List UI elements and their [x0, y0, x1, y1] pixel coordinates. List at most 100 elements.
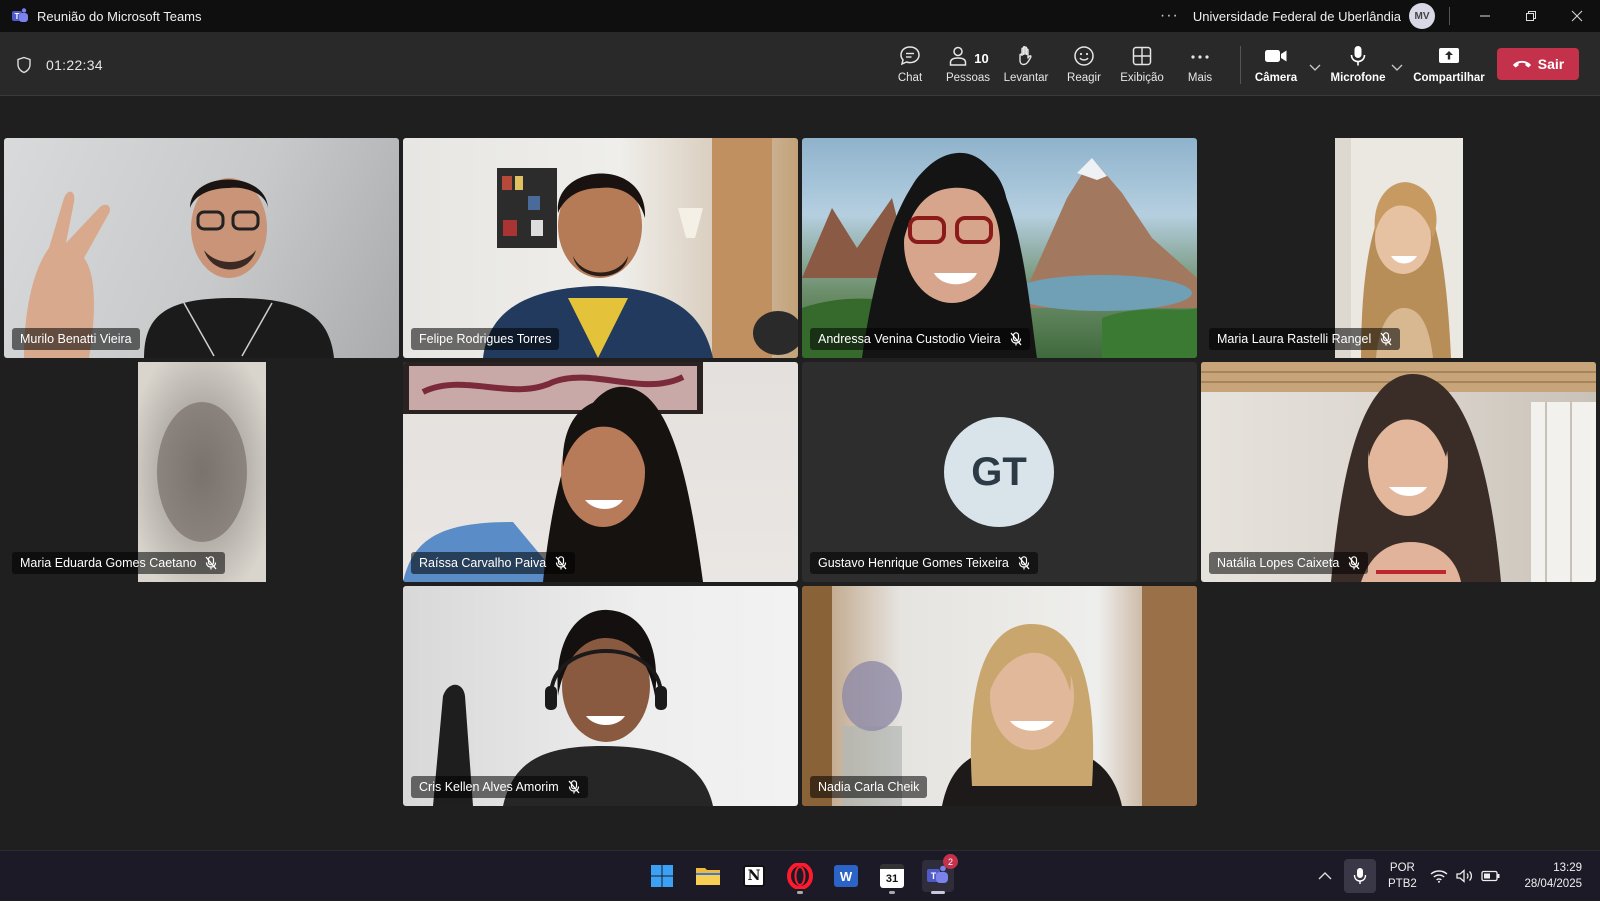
svg-text:T: T	[15, 12, 20, 21]
more-button[interactable]: Mais	[1170, 42, 1230, 84]
leave-button[interactable]: Sair	[1497, 48, 1579, 80]
camera-options-chevron-icon[interactable]	[1309, 60, 1321, 78]
system-clock[interactable]: 13:29 28/04/2025	[1512, 860, 1582, 892]
grid-view-icon	[1130, 42, 1154, 68]
opera-icon[interactable]	[784, 860, 816, 894]
restore-icon	[1526, 11, 1536, 21]
participant-video	[802, 152, 1197, 358]
participant-video	[403, 362, 703, 582]
meeting-toolbar: 01:22:34 Chat 10 Pessoas Levantar Reagir…	[0, 32, 1600, 96]
participant-tile[interactable]: Maria Eduarda Gomes Caetano	[4, 362, 399, 582]
chat-label: Chat	[897, 72, 923, 84]
participant-video	[433, 609, 713, 806]
close-icon	[1571, 10, 1583, 22]
mic-muted-icon	[1380, 332, 1392, 346]
word-icon[interactable]: W	[830, 860, 862, 892]
view-button[interactable]: Exibição	[1112, 42, 1172, 84]
people-count: 10	[974, 51, 989, 66]
input-language-indicator[interactable]: POR PTB2	[1388, 860, 1417, 892]
chat-button[interactable]: Chat	[880, 42, 940, 84]
battery-icon[interactable]	[1481, 851, 1501, 901]
leave-label: Sair	[1537, 56, 1565, 72]
minimize-button[interactable]	[1462, 0, 1508, 32]
user-avatar[interactable]: MV	[1409, 3, 1435, 29]
participant-name: Gustavo Henrique Gomes Teixeira	[818, 556, 1009, 570]
view-label: Exibição	[1120, 72, 1164, 84]
participant-name: Nadia Carla Cheik	[818, 780, 920, 794]
window-title-bar: T Reunião do Microsoft Teams ··· Univers…	[0, 0, 1600, 32]
title-separator	[1449, 7, 1450, 25]
camera-label: Câmera	[1254, 72, 1298, 84]
participant-avatar: GT	[944, 417, 1054, 527]
running-indicator	[889, 891, 895, 894]
clock-time: 13:29	[1553, 862, 1582, 874]
active-indicator	[931, 891, 945, 894]
show-hidden-icons-chevron-icon[interactable]	[1318, 851, 1332, 901]
participant-name: Cris Kellen Alves Amorim	[419, 780, 559, 794]
teams-taskbar-icon[interactable]: T 2	[922, 854, 958, 894]
participant-tile[interactable]: Cris Kellen Alves Amorim	[403, 586, 798, 806]
chat-icon	[898, 42, 922, 68]
participant-name: Andressa Venina Custodio Vieira	[818, 332, 1001, 346]
microphone-label: Microfone	[1330, 72, 1386, 84]
clock-date: 28/04/2025	[1524, 878, 1582, 890]
react-button[interactable]: Reagir	[1054, 42, 1114, 84]
participant-tile[interactable]: GT Gustavo Henrique Gomes Teixeira	[802, 362, 1197, 582]
restore-button[interactable]	[1508, 0, 1554, 32]
notification-badge: 2	[943, 854, 958, 869]
microphone-options-chevron-icon[interactable]	[1391, 60, 1403, 78]
participant-video	[802, 586, 1197, 806]
share-button[interactable]: Compartilhar	[1413, 42, 1485, 84]
windows-start-icon[interactable]	[646, 860, 678, 892]
calendar-day: 31	[880, 864, 904, 888]
language-code: POR	[1389, 862, 1415, 874]
raise-hand-button[interactable]: Levantar	[996, 42, 1056, 84]
window-title: Reunião do Microsoft Teams	[37, 8, 202, 24]
camera-icon	[1263, 42, 1289, 68]
close-window-button[interactable]	[1554, 0, 1600, 32]
people-label: Pessoas	[945, 72, 991, 84]
emoji-icon	[1072, 42, 1096, 68]
shield-icon[interactable]	[15, 56, 33, 79]
participant-name: Raíssa Carvalho Paiva	[419, 556, 547, 570]
participant-name-tag: Andressa Venina Custodio Vieira	[810, 328, 1030, 350]
camera-button[interactable]: Câmera	[1246, 42, 1306, 84]
mic-muted-icon	[568, 780, 580, 794]
notion-icon[interactable]: N	[738, 860, 770, 892]
calendar-icon[interactable]: 31	[876, 860, 908, 894]
organization-name: Universidade Federal de Uberlândia	[1192, 8, 1401, 24]
participant-tile[interactable]: Natália Lopes Caixeta	[1201, 362, 1596, 582]
participant-tile[interactable]: Nadia Carla Cheik	[802, 586, 1197, 806]
participant-name-tag: Raíssa Carvalho Paiva	[411, 552, 576, 574]
svg-text:T: T	[931, 871, 937, 881]
participant-tile[interactable]: Andressa Venina Custodio Vieira	[802, 138, 1197, 358]
mic-muted-icon	[1348, 556, 1360, 570]
participant-name-tag: Gustavo Henrique Gomes Teixeira	[810, 552, 1038, 574]
file-explorer-icon[interactable]	[692, 860, 724, 892]
hang-up-icon	[1512, 60, 1531, 68]
microphone-button[interactable]: Microfone	[1328, 42, 1388, 84]
participant-name: Maria Laura Rastelli Rangel	[1217, 332, 1372, 346]
participant-name: Felipe Rodrigues Torres	[419, 332, 552, 346]
toolbar-separator	[1240, 46, 1241, 84]
running-indicator	[797, 891, 803, 894]
participant-video	[483, 138, 798, 358]
participant-tile[interactable]: Raíssa Carvalho Paiva	[403, 362, 798, 582]
meeting-timer: 01:22:34	[46, 57, 103, 73]
participant-tile[interactable]: Murilo Benatti Vieira	[4, 138, 399, 358]
microphone-in-use-icon[interactable]	[1344, 859, 1376, 893]
more-dots-icon	[1188, 42, 1212, 68]
volume-icon[interactable]	[1456, 851, 1474, 901]
participant-name: Murilo Benatti Vieira	[20, 332, 132, 346]
react-label: Reagir	[1067, 72, 1101, 84]
participant-video	[1201, 362, 1596, 582]
participant-tile[interactable]: Felipe Rodrigues Torres	[403, 138, 798, 358]
mic-muted-icon	[555, 556, 567, 570]
wifi-icon[interactable]	[1430, 851, 1448, 901]
people-button[interactable]: 10 Pessoas	[938, 42, 998, 84]
participant-tile[interactable]: Maria Laura Rastelli Rangel	[1201, 138, 1596, 358]
participant-name-tag: Maria Eduarda Gomes Caetano	[12, 552, 226, 574]
more-options-icon[interactable]: ···	[1160, 7, 1179, 25]
participant-name-tag: Nadia Carla Cheik	[810, 776, 928, 798]
mic-muted-icon	[1010, 332, 1022, 346]
